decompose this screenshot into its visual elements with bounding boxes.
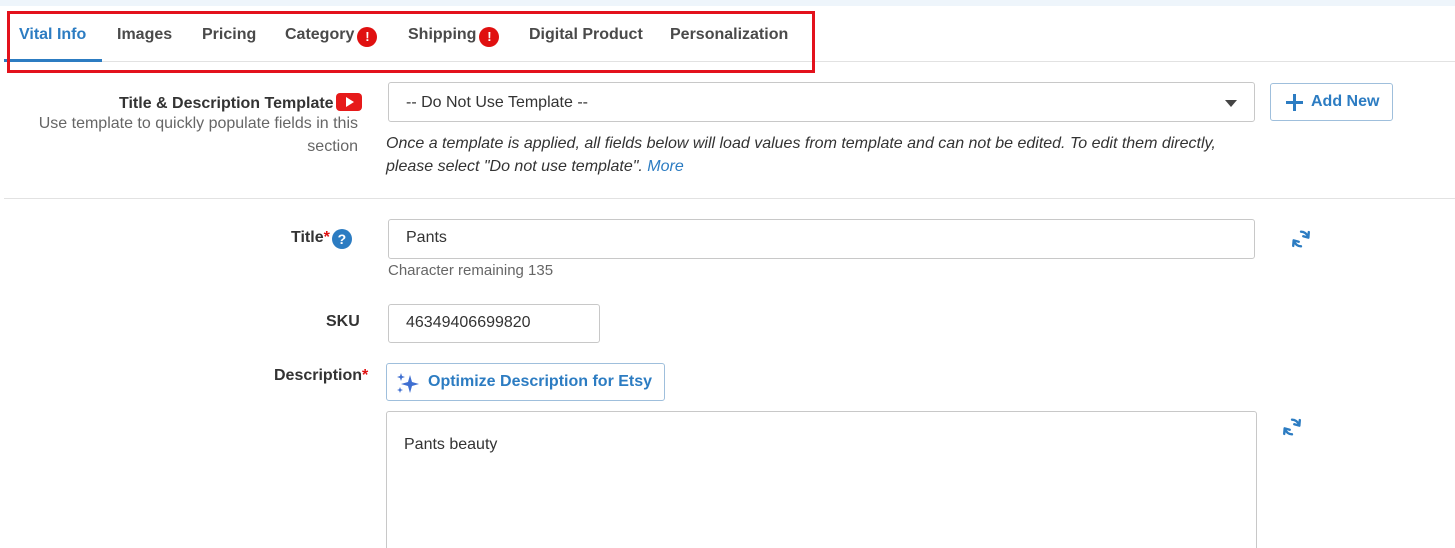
required-mark: *	[323, 229, 330, 246]
template-select[interactable]: -- Do Not Use Template --	[388, 82, 1255, 122]
description-value: Pants beauty	[404, 436, 498, 453]
template-label: Title & Description Template	[119, 93, 362, 113]
description-label-text: Description	[274, 367, 363, 384]
description-textarea[interactable]: Pants beauty	[386, 411, 1257, 548]
title-input[interactable]: Pants	[388, 219, 1255, 259]
description-label: Description*	[274, 367, 368, 385]
template-sublabel: Use template to quickly populate fields …	[38, 115, 358, 155]
refresh-icon[interactable]	[1281, 416, 1303, 438]
add-new-template-button[interactable]: Add New	[1270, 83, 1393, 121]
tabs-highlight-box	[7, 11, 815, 73]
help-icon[interactable]: ?	[331, 229, 352, 249]
add-new-label: Add New	[1311, 93, 1380, 110]
plus-icon	[1286, 94, 1303, 111]
character-remaining: Character remaining 135	[388, 262, 554, 279]
title-label: Title*?	[291, 229, 352, 249]
section-divider	[4, 198, 1455, 199]
youtube-icon[interactable]	[335, 93, 362, 111]
required-mark: *	[362, 367, 369, 384]
template-note: Once a template is applied, all fields b…	[386, 132, 1266, 178]
more-link[interactable]: More	[647, 158, 683, 175]
title-label-text: Title	[291, 229, 324, 246]
chevron-down-icon	[1225, 100, 1237, 107]
template-label-text: Title & Description Template	[119, 95, 334, 112]
refresh-icon[interactable]	[1290, 228, 1312, 250]
sparkle-icon	[397, 373, 419, 393]
template-note-text: Once a template is applied, all fields b…	[386, 135, 1216, 175]
template-select-value: -- Do Not Use Template --	[406, 94, 588, 111]
sku-input[interactable]: 46349406699820	[388, 304, 600, 343]
optimize-label: Optimize Description for Etsy	[428, 373, 653, 390]
optimize-description-button[interactable]: Optimize Description for Etsy	[386, 363, 665, 401]
sku-label: SKU	[326, 313, 360, 330]
